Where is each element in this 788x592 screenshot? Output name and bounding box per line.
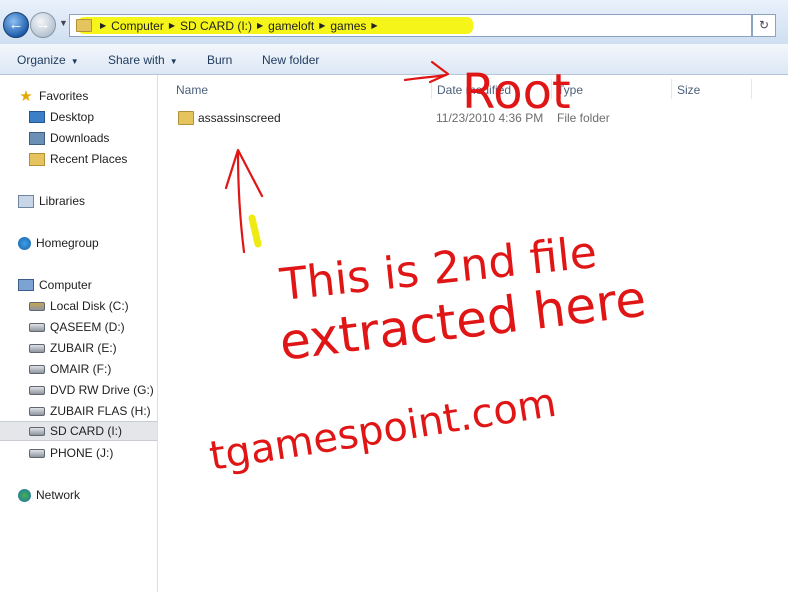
folder-icon: [76, 19, 92, 32]
sidebar-item-drive-c[interactable]: Local Disk (C:): [29, 296, 157, 316]
drive-icon: [29, 364, 45, 374]
downloads-icon: [29, 131, 45, 145]
system-drive-icon: [29, 301, 45, 311]
refresh-button[interactable]: ↻: [752, 14, 776, 37]
sidebar-item-homegroup[interactable]: Homegroup: [18, 233, 157, 253]
organize-button[interactable]: Organize ▼: [17, 53, 79, 67]
sidebar-item-label: OMAIR (F:): [50, 362, 112, 376]
sidebar-item-label: Computer: [39, 278, 92, 292]
sidebar-item-label: Desktop: [50, 110, 95, 124]
sidebar-item-desktop[interactable]: Desktop: [29, 107, 157, 127]
star-icon: ★: [19, 87, 33, 105]
sidebar-item-computer[interactable]: Computer: [18, 275, 157, 295]
drive-icon: [29, 343, 45, 353]
sidebar-item-label: DVD RW Drive (G:) 0: [50, 383, 157, 397]
sidebar-item-label: Local Disk (C:): [50, 299, 129, 313]
back-arrow-icon: ←: [8, 16, 24, 33]
breadcrumb[interactable]: ▶ Computer ▶ SD CARD (I:) ▶ gameloft ▶ g…: [69, 14, 752, 37]
sidebar-item-label: ZUBAIR FLAS (H:): [50, 404, 151, 418]
breadcrumb-sd-card[interactable]: SD CARD (I:): [177, 19, 255, 33]
chevron-right-icon[interactable]: ▶: [167, 21, 177, 30]
optical-drive-icon: [29, 385, 45, 395]
libraries-icon: [18, 194, 34, 208]
forward-arrow-icon: →: [35, 16, 51, 33]
sidebar-item-drive-i[interactable]: SD CARD (I:): [0, 421, 157, 441]
file-date: 11/23/2010 4:36 PM: [436, 111, 544, 125]
computer-icon: [18, 279, 34, 291]
chevron-right-icon[interactable]: ▶: [255, 21, 265, 30]
sidebar-item-favorites[interactable]: ★ Favorites: [18, 86, 157, 106]
recent-places-icon: [29, 152, 45, 166]
sidebar-item-downloads[interactable]: Downloads: [29, 128, 157, 148]
sidebar-item-label: Network: [36, 488, 81, 502]
drive-icon: [29, 322, 45, 332]
sidebar-item-label: PHONE (J:): [50, 446, 114, 460]
forward-button[interactable]: →: [30, 12, 56, 38]
sidebar-item-label: Libraries: [39, 194, 86, 208]
command-bar: Organize ▼ Share with ▼ Burn New folder: [0, 44, 788, 75]
burn-button[interactable]: Burn: [207, 53, 232, 67]
share-with-button[interactable]: Share with ▼: [108, 53, 178, 67]
desktop-icon: [29, 111, 45, 123]
sidebar-item-drive-j[interactable]: PHONE (J:): [29, 443, 157, 463]
address-bar-area: ← → ▼ ▶ Computer ▶ SD CARD (I:) ▶ gamelo…: [0, 0, 788, 44]
chevron-down-icon: ▼: [70, 57, 79, 66]
breadcrumb-games[interactable]: games: [327, 19, 369, 33]
sidebar-item-drive-h[interactable]: ZUBAIR FLAS (H:): [29, 401, 157, 421]
column-header-type[interactable]: Type: [557, 83, 583, 97]
column-divider[interactable]: [551, 79, 552, 99]
removable-drive-icon: [29, 448, 45, 458]
chevron-right-icon[interactable]: ▶: [317, 21, 327, 30]
network-icon: [18, 488, 31, 502]
chevron-right-icon[interactable]: ▶: [98, 21, 108, 30]
sidebar-item-label: Downloads: [50, 131, 110, 145]
column-divider[interactable]: [431, 79, 432, 99]
new-folder-button[interactable]: New folder: [262, 53, 319, 67]
file-row[interactable]: assassinscreed 11/23/2010 4:36 PM File f…: [178, 109, 638, 127]
history-dropdown-icon[interactable]: ▼: [59, 18, 68, 28]
back-button[interactable]: ←: [3, 12, 29, 38]
refresh-icon: ↻: [758, 18, 770, 32]
sidebar-item-network[interactable]: Network: [18, 485, 157, 505]
sidebar-item-recent-places[interactable]: Recent Places: [29, 149, 157, 169]
sidebar-item-label: ZUBAIR (E:): [50, 341, 117, 355]
sidebar-item-label: Homegroup: [36, 236, 99, 250]
share-with-label: Share with: [108, 53, 165, 67]
column-header-date-modified[interactable]: Date modified: [437, 83, 511, 97]
sidebar-item-drive-e[interactable]: ZUBAIR (E:): [29, 338, 157, 358]
breadcrumb-computer[interactable]: Computer: [108, 19, 167, 33]
sidebar-item-label: QASEEM (D:): [50, 320, 125, 334]
sidebar-item-label: Favorites: [39, 89, 89, 103]
sidebar-item-drive-g[interactable]: DVD RW Drive (G:) 0: [29, 380, 157, 400]
column-header-size[interactable]: Size: [677, 83, 700, 97]
file-type: File folder: [557, 111, 610, 125]
organize-label: Organize: [17, 53, 66, 67]
homegroup-icon: [18, 236, 31, 250]
file-list-pane: Name Date modified Type Size assassinscr…: [158, 75, 788, 592]
sidebar-item-label: Recent Places: [50, 152, 128, 166]
sidebar-item-libraries[interactable]: Libraries: [18, 191, 157, 211]
file-name: assassinscreed: [198, 111, 281, 125]
navigation-pane: ★ Favorites Desktop Downloads Recent Plac…: [0, 75, 158, 592]
sidebar-item-drive-f[interactable]: OMAIR (F:): [29, 359, 157, 379]
column-header-name[interactable]: Name: [176, 83, 208, 97]
sidebar-item-drive-d[interactable]: QASEEM (D:): [29, 317, 157, 337]
removable-drive-icon: [29, 406, 45, 416]
chevron-down-icon: ▼: [169, 57, 178, 66]
folder-icon: [178, 111, 194, 125]
column-divider[interactable]: [671, 79, 672, 99]
removable-drive-icon: [29, 426, 45, 436]
sidebar-item-label: SD CARD (I:): [50, 424, 122, 438]
breadcrumb-gameloft[interactable]: gameloft: [265, 19, 317, 33]
column-divider[interactable]: [751, 79, 752, 99]
chevron-right-icon[interactable]: ▶: [369, 21, 379, 30]
